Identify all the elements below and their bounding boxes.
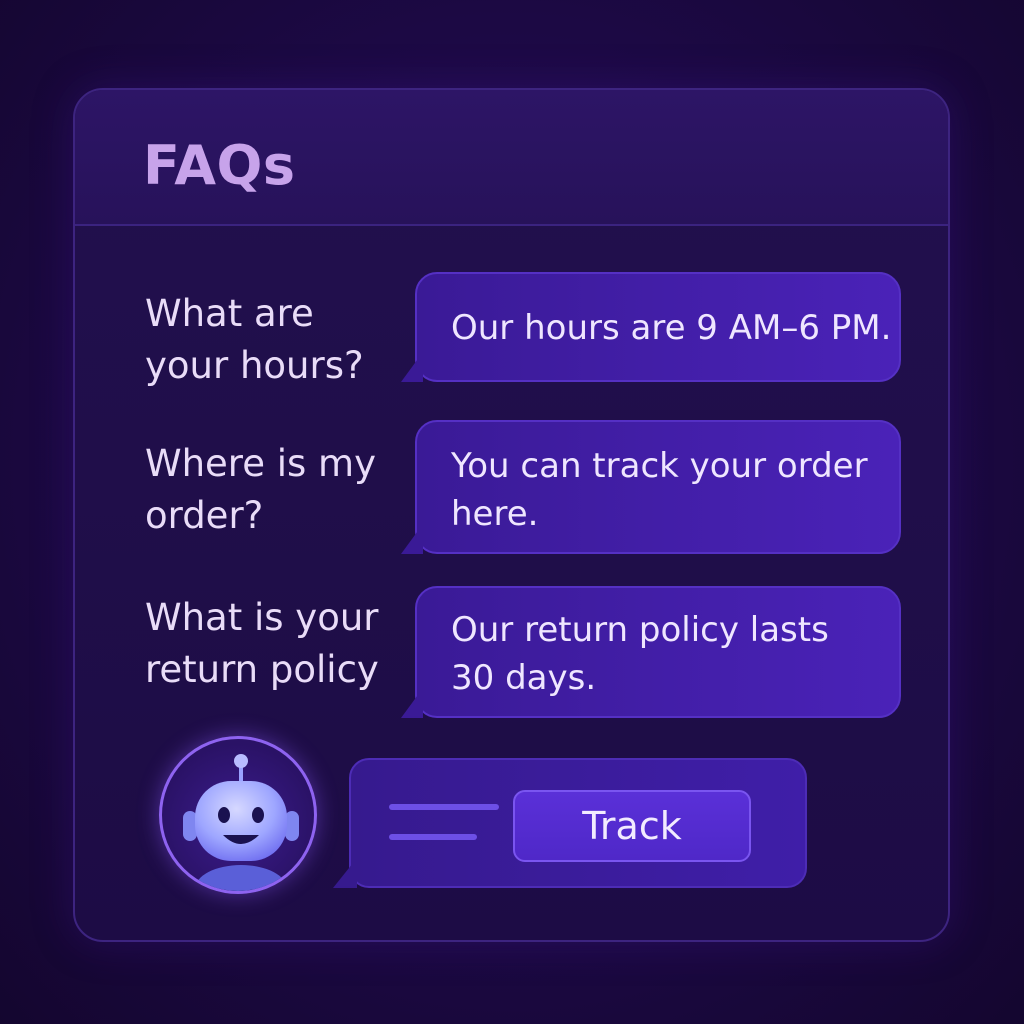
- faq-answer-returns: Our return policy lasts 30 days.: [401, 586, 901, 718]
- faq-question-hours[interactable]: What are your hours?: [145, 288, 405, 392]
- faq-card: FAQs What are your hours? Our hours are …: [73, 88, 950, 942]
- faq-answer-text: Our return policy lasts 30 days.: [451, 610, 829, 698]
- bot-message-bubble: Track: [333, 758, 807, 888]
- bubble-tail: [401, 688, 423, 718]
- faq-answer-hours: Our hours are 9 AM–6 PM.: [401, 272, 901, 382]
- bubble-tail: [333, 858, 357, 888]
- track-button[interactable]: Track: [513, 790, 751, 862]
- faq-answer-order: You can track your order here.: [401, 420, 901, 554]
- card-header: FAQs: [75, 90, 948, 226]
- faq-answer-text: Our hours are 9 AM–6 PM.: [451, 308, 892, 348]
- robot-icon: [183, 754, 299, 891]
- page-title: FAQs: [143, 134, 296, 197]
- faq-question-order[interactable]: Where is my order?: [145, 438, 405, 542]
- faq-answer-text: You can track your order here.: [451, 446, 868, 534]
- bubble-tail: [401, 524, 423, 554]
- faq-question-returns[interactable]: What is your return policy: [145, 592, 425, 696]
- bubble-tail: [401, 352, 423, 382]
- text-placeholder-line: [389, 804, 499, 810]
- text-placeholder-line: [389, 834, 477, 840]
- bot-avatar: [159, 736, 317, 894]
